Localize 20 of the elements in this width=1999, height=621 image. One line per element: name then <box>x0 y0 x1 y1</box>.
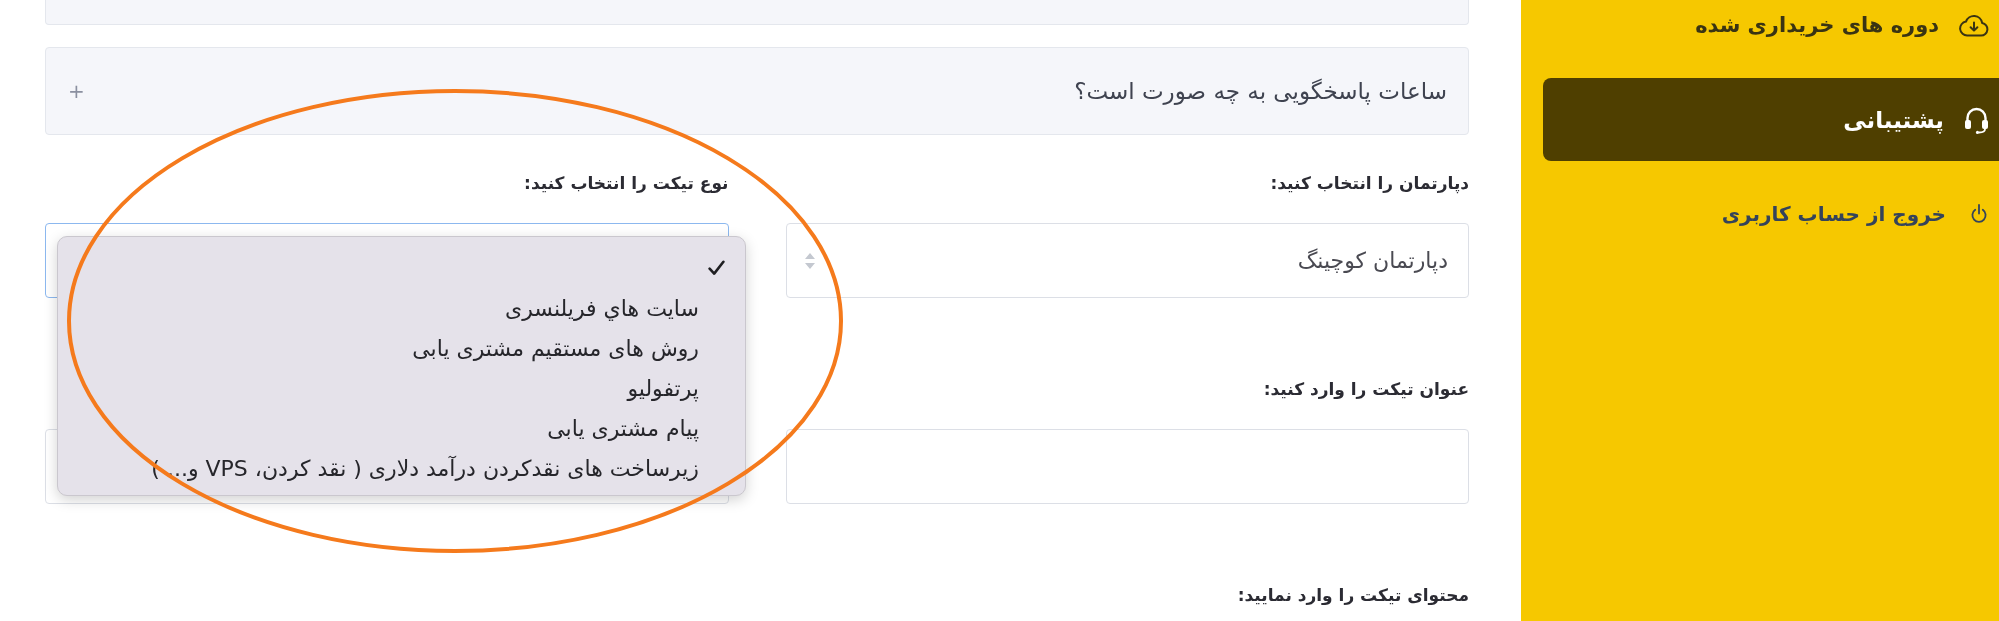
accordion-item[interactable] <box>45 0 1469 25</box>
field-label: دپارتمان را انتخاب کنید: <box>1270 172 1469 195</box>
power-icon <box>1971 203 1987 225</box>
accordion-item[interactable]: ساعات پاسخگویی به چه صورت است؟ + <box>45 47 1469 135</box>
text-input[interactable] <box>785 429 1469 504</box>
headset-icon <box>1964 105 1989 134</box>
cloud-download-icon <box>1959 13 1989 37</box>
sidebar-item[interactable]: خروج از حساب کاربری <box>1543 189 1999 239</box>
dropdown-option[interactable]: روش های مستقیم مشتری یابی <box>78 328 725 368</box>
sidebar-item[interactable]: پشتیبانی <box>1543 78 1999 161</box>
faq-question: ساعات پاسخگویی به چه صورت است؟ <box>1074 78 1447 104</box>
sidebar-item[interactable]: دوره های خریداری شده <box>1543 0 1999 50</box>
check-icon <box>708 260 725 276</box>
dropdown-option[interactable]: سایت هاي فريلنسری <box>78 288 725 328</box>
dropdown-option[interactable]: پرتفولیو <box>78 368 725 408</box>
field-label: نوع تیکت را انتخاب کنید: <box>524 172 729 195</box>
field-label: عنوان تیکت را وارد کنید: <box>1263 378 1469 401</box>
select-field[interactable]: دپارتمان کوچینگ <box>785 223 1469 298</box>
field-label: محتوای تیکت را وارد نمایید: <box>1237 584 1469 607</box>
dropdown-option[interactable]: پیام مشتری یابی <box>78 408 725 448</box>
